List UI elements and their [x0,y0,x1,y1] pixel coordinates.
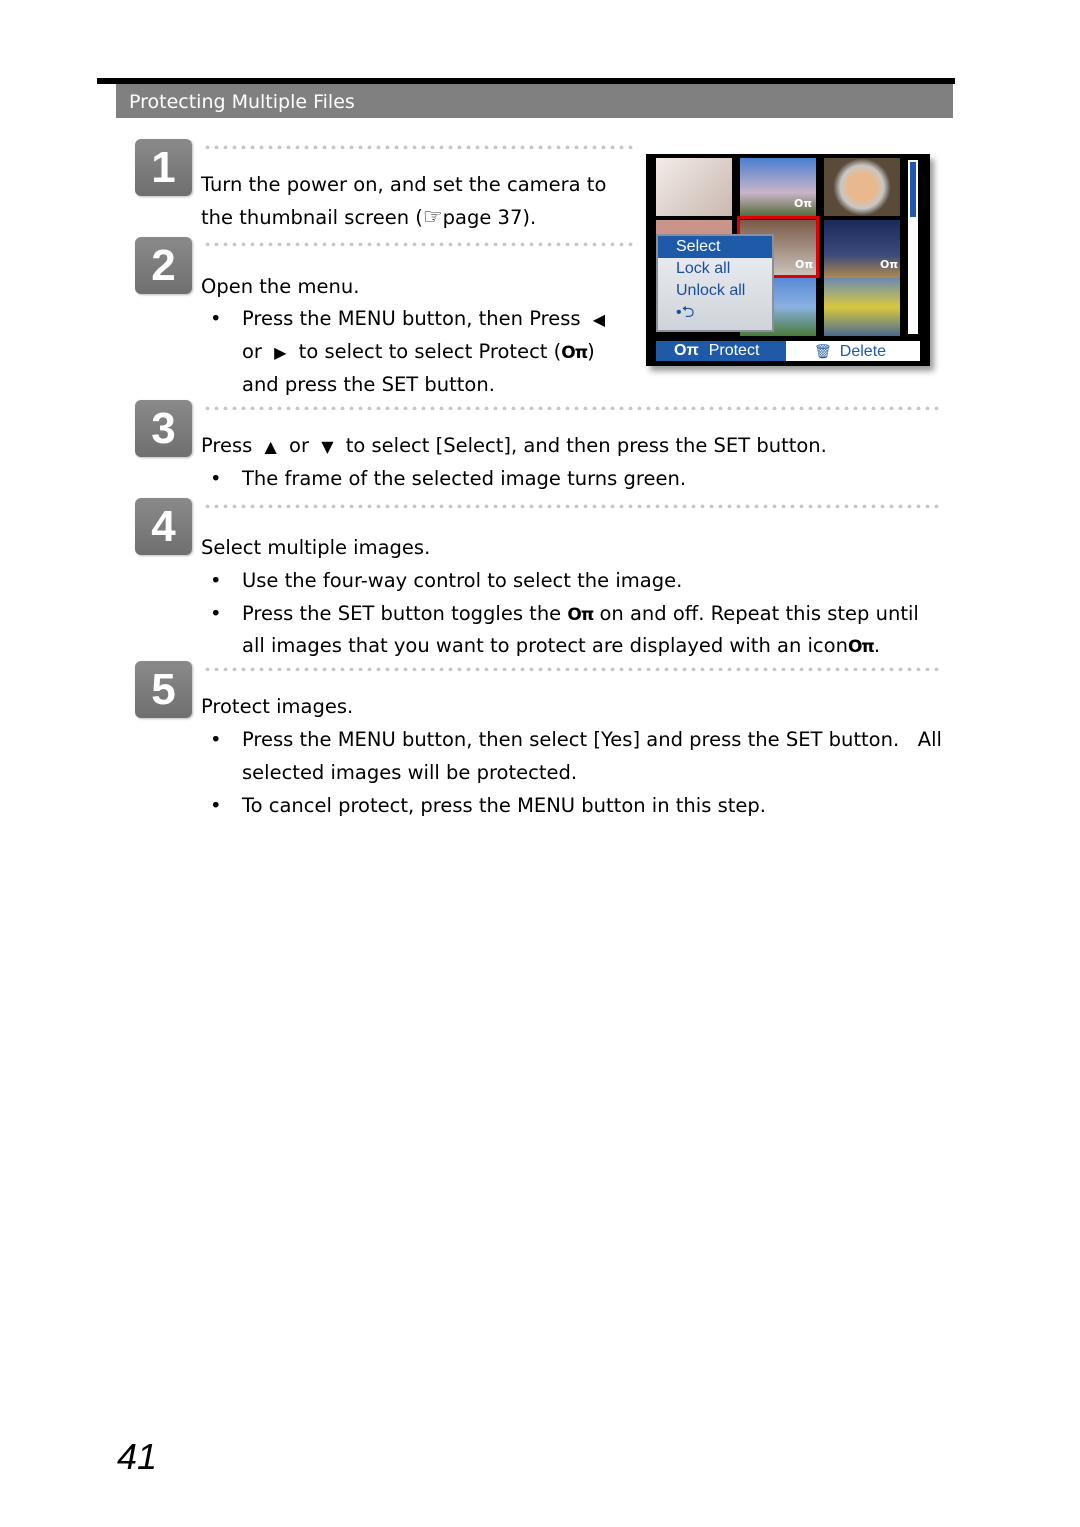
trash-icon: 🗑 [814,343,832,359]
menu-item-unlock-all: Unlock all [676,282,746,299]
step-4-bullet-2: • Press the SET button toggles the Oπ on … [210,597,919,632]
protect-tab: Oπ Protect [656,341,786,361]
left-arrow-icon: ◀ [592,310,606,329]
step-5-title: Protect images. [201,695,354,718]
up-arrow-icon: ▲ [264,437,277,456]
step-2-bullet: • Press the MENU button, then Press ◀ [210,302,611,336]
thumbnail-raft [824,278,900,336]
thumbnail-baby [656,158,732,216]
delete-label: Delete [839,343,887,360]
dotted-divider [203,504,941,508]
step-5-bullet-1-line2: selected images will be protected. [242,761,578,784]
text: all images that you want to protect are … [242,634,848,657]
text: button toggles the [374,602,568,625]
text: SET [337,602,375,625]
dotted-divider [203,406,941,410]
text: button. All [822,728,942,751]
text: . [873,634,881,657]
text: ( [547,340,562,363]
key-icon: Oπ [794,197,813,210]
text: button, then Press [395,307,587,330]
menu-item-select: Select [658,236,772,258]
bullet-dot: • [210,569,222,592]
text: Press the [242,728,338,751]
text: to select [Select], and then press the S… [339,434,827,457]
key-icon: Oπ [561,343,588,363]
step-1-badge: 1 [135,139,192,196]
dotted-divider [203,145,635,149]
step-5-bullet-2: • To cancel protect, press the MENU butto… [210,789,766,822]
pointing-hand-icon: ☞ [422,205,443,230]
bullet-dot: • [210,728,222,751]
bullet-dot: • [210,467,222,490]
key-icon: Oπ [847,637,875,657]
section-title: Protecting Multiple Files [129,91,355,113]
menu-item-lock-all: Lock all [676,260,731,277]
text: ) [587,340,595,363]
text: to select to select [292,340,479,363]
text: and press the [640,728,786,751]
down-arrow-icon: ▼ [321,437,334,456]
text: [Yes] [593,728,641,751]
text: Press [201,434,259,457]
step-1-title-line1: Turn the power on, and set the camera to [201,173,607,196]
camera-protect-menu: Select Lock all Unlock all •⮌ [656,234,774,332]
step-2-title: Open the menu. [201,275,360,298]
text: Protect [478,340,548,363]
page-number: 41 [117,1436,158,1477]
camera-scrollbar [908,160,918,334]
key-icon: Oπ [567,605,594,625]
text: or [282,434,316,457]
thumbnail-girls [824,158,900,216]
step-4-title: Select multiple images. [201,536,431,559]
step-5-bullet-1: • Press the MENU button, then select [Yes… [210,723,942,756]
step-2-bullet-line3: and press the SET button. [242,368,495,401]
protect-label: Protect [708,342,760,359]
text: Press the [242,602,338,625]
text: MENU [337,728,396,751]
text: MENU [517,794,576,817]
text: MENU [337,307,396,330]
step-4-badge: 4 [135,498,192,555]
text: Use the four-way control to select the i… [242,569,683,592]
text: button in this step. [575,794,766,817]
dotted-divider [203,667,941,671]
text: and press the [242,373,382,396]
key-icon: Oπ [880,258,899,271]
key-icon: Oπ [674,342,699,359]
bullet-dot: • [210,794,222,817]
text: the thumbnail screen ( [201,206,423,229]
step-4-bullet-1: • Use the four-way control to select the … [210,564,682,597]
step-5-badge: 5 [135,661,192,718]
text: Press the [242,307,338,330]
step-1-title-line2: the thumbnail screen (☞page 37). [201,201,536,234]
text: The frame of the selected image turns gr… [242,467,687,490]
dotted-divider [203,242,635,246]
step-2-bullet-line2: or ▶ to select to select Protect (Oπ) [242,335,595,370]
text: SET [381,373,419,396]
scroll-thumb [910,162,916,217]
step-2-badge: 2 [135,237,192,294]
step-4-bullet-2-line2: all images that you want to protect are … [242,629,880,664]
page-ref: page 37). [442,206,537,229]
text: button. [418,373,495,396]
text: button, then select [395,728,594,751]
step-3-title: Press ▲ or ▼ to select [Select], and the… [201,429,827,463]
text: To cancel protect, press the [242,794,518,817]
step-3-bullet: • The frame of the selected image turns g… [210,462,686,495]
section-header: Protecting Multiple Files [116,84,953,118]
text: or [242,340,269,363]
key-icon: Oπ [795,258,814,271]
delete-tab: 🗑 Delete [814,341,886,361]
bullet-dot: • [210,307,222,330]
text: on and off. Repeat this step until [593,602,919,625]
text: SET [785,728,823,751]
camera-bottom-bar: Oπ Protect 🗑 Delete [656,341,920,361]
bullet-dot: • [210,602,222,625]
menu-item-back: •⮌ [676,304,695,321]
step-3-badge: 3 [135,400,192,457]
right-arrow-icon: ▶ [274,343,287,362]
